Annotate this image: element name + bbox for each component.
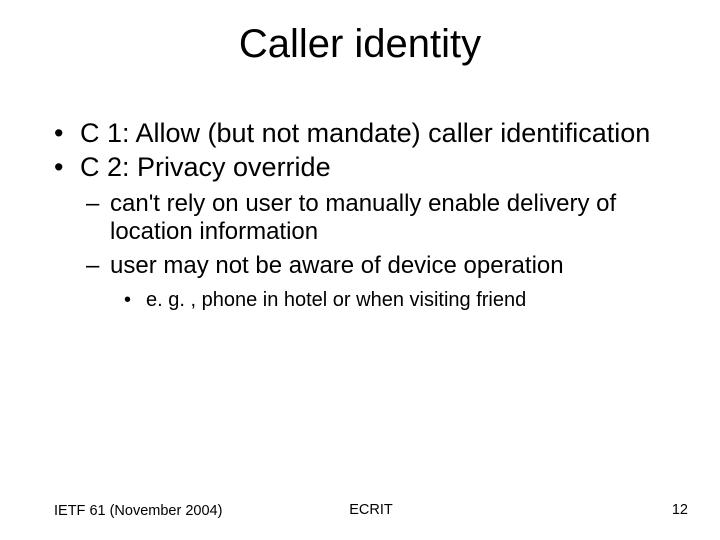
bullet-c1-text: C 1: Allow (but not mandate) caller iden…	[80, 118, 650, 148]
bullet-dot-icon: •	[54, 118, 63, 150]
bullet-c2-text: C 2: Privacy override	[80, 152, 331, 182]
subbullet-1-text: can't rely on user to manually enable de…	[110, 190, 616, 245]
bullet-c2: • C 2: Privacy override	[54, 152, 680, 184]
subbullet-2: – user may not be aware of device operat…	[54, 252, 680, 280]
slide: Caller identity • C 1: Allow (but not ma…	[0, 0, 720, 540]
dash-icon: –	[86, 190, 99, 218]
dash-icon: –	[86, 252, 99, 280]
slide-body: • C 1: Allow (but not mandate) caller id…	[54, 118, 680, 312]
subbullet-1: – can't rely on user to manually enable …	[54, 190, 680, 247]
slide-title: Caller identity	[0, 0, 720, 67]
subsubbullet-1: • e. g. , phone in hotel or when visitin…	[54, 289, 680, 313]
bullet-c1: • C 1: Allow (but not mandate) caller id…	[54, 118, 680, 150]
subbullet-2-text: user may not be aware of device operatio…	[110, 252, 564, 279]
footer-center: ECRIT	[54, 502, 688, 518]
bullet-dot-icon: •	[124, 289, 131, 313]
bullet-dot-icon: •	[54, 152, 63, 184]
subsubbullet-1-text: e. g. , phone in hotel or when visiting …	[146, 289, 526, 311]
slide-footer: IETF 61 (November 2004) ECRIT 12	[54, 502, 688, 520]
